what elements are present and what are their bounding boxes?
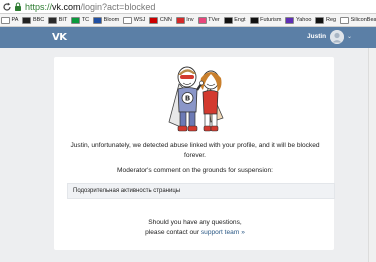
bit-favicon: [48, 16, 58, 24]
bookmark-tver[interactable]: TVer: [197, 16, 220, 24]
futurism-favicon: [249, 16, 259, 24]
bookmark-engt[interactable]: Engt: [223, 16, 246, 24]
bookmark-tc[interactable]: TC: [71, 16, 90, 24]
bookmark-label: SiliconBeat: [350, 17, 376, 23]
svg-text:B: B: [185, 95, 190, 103]
bookmark-label: BBC: [32, 17, 45, 23]
bookmark-label: WSJ: [133, 17, 146, 23]
avatar[interactable]: [330, 30, 344, 44]
bookmark-label: Futurism: [260, 17, 282, 23]
support-team-link[interactable]: support team: [201, 229, 239, 236]
theverge-favicon: [197, 16, 207, 24]
vertical-scrollbar[interactable]: [368, 48, 376, 262]
superhero-couple-illustration: B: [168, 66, 224, 132]
bookmark-bloom[interactable]: Bloom: [93, 16, 120, 24]
bookmark-wsj[interactable]: WSJ: [123, 16, 146, 24]
bookmark-label: Reg: [325, 17, 337, 23]
reload-icon[interactable]: [2, 2, 12, 12]
bookmark-label: Bloom: [103, 17, 120, 23]
wsj-favicon: [123, 16, 133, 24]
questions-line-2-text: please contact our: [145, 229, 200, 236]
techcrunch-favicon: [71, 16, 81, 24]
chevron-down-icon[interactable]: ⌄: [347, 33, 352, 40]
questions-line-1: Should you have any questions,: [148, 219, 242, 226]
bookmark-label: Yahoo: [295, 17, 312, 23]
bookmark-futurism[interactable]: Futurism: [249, 16, 282, 24]
bookmark-label: PA: [11, 17, 19, 23]
suspension-reason: Подозрительная активность страницы: [73, 188, 181, 194]
bookmark-label: CNN: [159, 17, 172, 23]
yahoo-favicon: [285, 16, 295, 24]
bloomberg-favicon: [93, 16, 103, 24]
engadget-favicon: [223, 16, 233, 24]
bookmark-siliconbeat[interactable]: SiliconBeat: [340, 16, 376, 24]
bookmark-inv[interactable]: Inv: [175, 16, 194, 24]
bookmark-bbc[interactable]: BBC: [22, 16, 45, 24]
bookmark-label: Inv: [186, 17, 194, 23]
register-favicon: [315, 16, 325, 24]
cnn-favicon: [149, 16, 159, 24]
url-text[interactable]: https://vk.com/login?act=blocked: [25, 2, 155, 12]
lock-icon: [15, 2, 21, 11]
bookmark-yahoo[interactable]: Yahoo: [285, 16, 312, 24]
bookmark-label: TC: [81, 17, 90, 23]
questions-line-2: please contact our support team »: [60, 228, 330, 238]
pa-favicon: [1, 16, 10, 24]
block-message: Justin, unfortunately, we detected abuse…: [70, 142, 320, 159]
moderator-comment-title: Moderator's comment on the grounds for s…: [117, 167, 273, 174]
bookmark-label: BIT: [58, 17, 68, 23]
vk-header: VK Justin ⌄: [0, 27, 376, 48]
bookmark-pa[interactable]: PA: [1, 16, 19, 24]
bookmark-label: Engt: [234, 17, 246, 23]
bbc-favicon: [22, 16, 32, 24]
bookmarks-bar: PA BBC BIT TC Bloom WSJ CNN Inv TVer Engt Futurism…: [0, 14, 376, 27]
address-bar[interactable]: https://vk.com/login?act=blocked: [0, 0, 376, 14]
double-arrow-icon: »: [241, 229, 245, 236]
url-host: vk.com: [52, 1, 81, 12]
url-path: /login?act=blocked: [80, 1, 156, 12]
url-scheme: https://: [25, 1, 53, 12]
questions-text: Should you have any questions, please co…: [60, 218, 330, 238]
siliconbeat-favicon: [340, 16, 350, 24]
vk-logo[interactable]: VK: [52, 32, 67, 43]
investing-favicon: [175, 16, 185, 24]
suspension-reason-box: Подозрительная активность страницы: [67, 183, 335, 199]
bookmark-reg[interactable]: Reg: [315, 16, 337, 24]
user-name[interactable]: Justin: [307, 33, 326, 40]
bookmark-cnn[interactable]: CNN: [149, 16, 172, 24]
bookmark-bit[interactable]: BIT: [48, 16, 68, 24]
bookmark-label: TVer: [208, 17, 220, 23]
